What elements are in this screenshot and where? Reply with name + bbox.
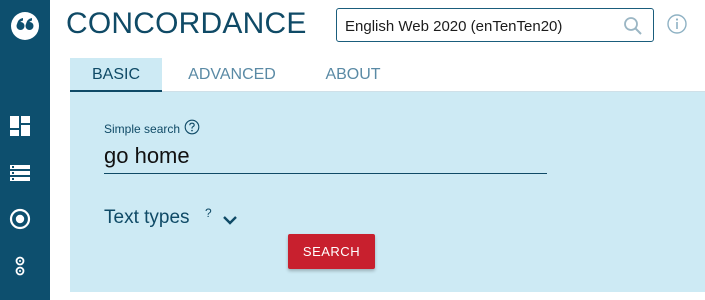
search-button[interactable]: SEARCH <box>288 234 375 269</box>
text-types-toggle[interactable]: Text types <box>104 207 190 229</box>
sketch-engine-logo-icon[interactable] <box>10 11 40 41</box>
text-types-help[interactable]: ? <box>205 206 212 220</box>
tab-about[interactable]: ABOUT <box>310 58 396 92</box>
simple-search-input[interactable] <box>104 138 547 174</box>
tab-bar: BASIC ADVANCED ABOUT <box>70 58 705 92</box>
dashboard-icon[interactable] <box>9 115 31 137</box>
corpus-name: English Web 2020 (enTenTen20) <box>345 18 563 35</box>
record-icon[interactable] <box>9 208 31 230</box>
list-icon[interactable] <box>9 162 31 184</box>
page-title: CONCORDANCE <box>66 7 307 40</box>
chevron-down-icon[interactable] <box>222 213 238 225</box>
basic-search-panel: Simple search Text types ? SEARCH <box>70 92 705 292</box>
help-icon[interactable] <box>184 119 200 135</box>
simple-search-label: Simple search <box>104 122 181 136</box>
info-icon[interactable] <box>666 13 688 35</box>
corpus-selector[interactable]: English Web 2020 (enTenTen20) <box>336 8 654 42</box>
tab-advanced[interactable]: ADVANCED <box>181 58 283 92</box>
search-icon[interactable] <box>623 16 643 36</box>
tab-basic[interactable]: BASIC <box>70 58 162 92</box>
sidebar <box>0 0 50 300</box>
settings-icon[interactable] <box>9 255 31 277</box>
